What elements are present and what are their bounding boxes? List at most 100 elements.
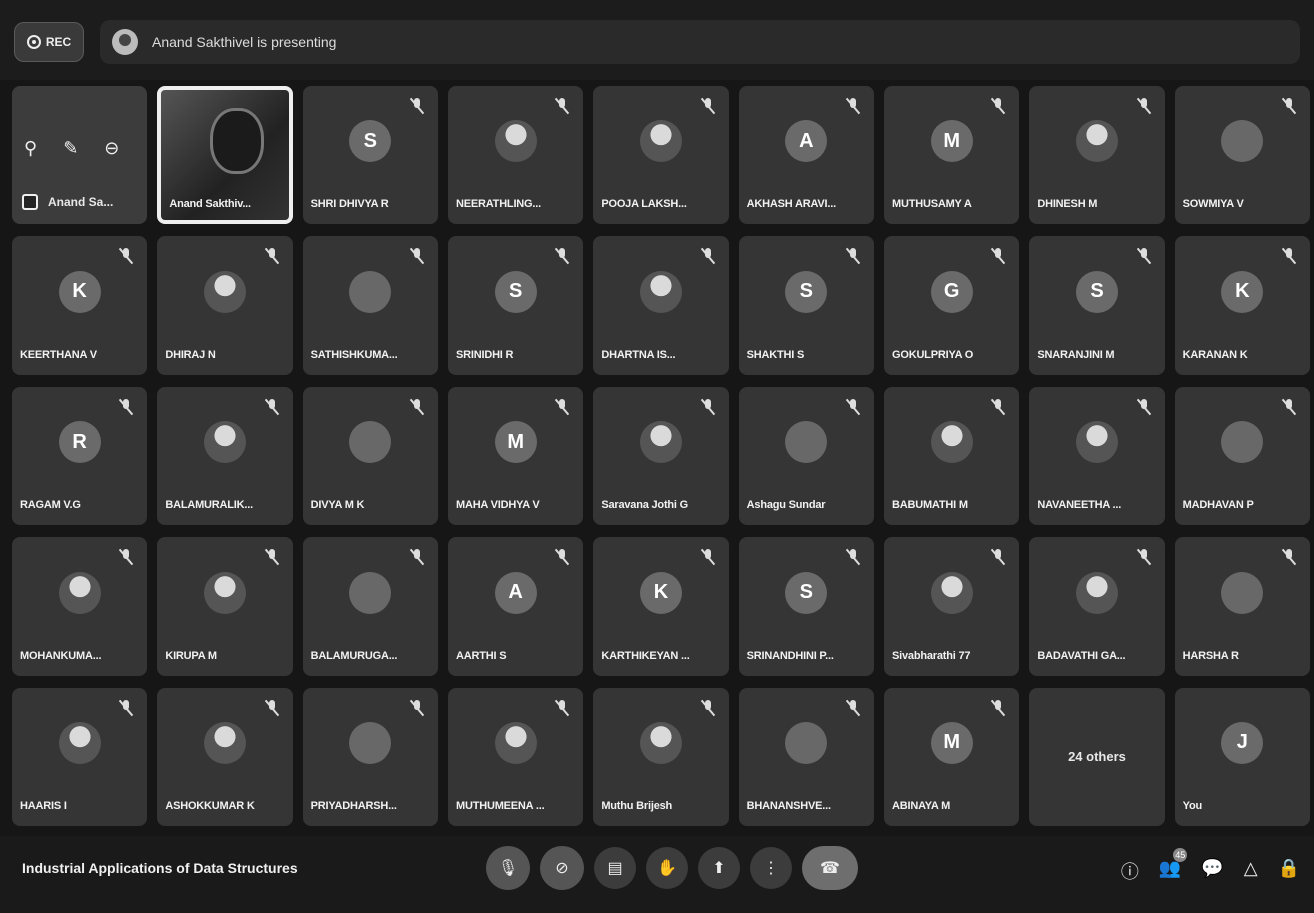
participant-tile[interactable]: S SHAKTHI S — [738, 236, 874, 375]
mic-off-icon — [1282, 549, 1296, 565]
mic-off-icon — [846, 398, 860, 415]
captions-icon[interactable]: ▤ — [594, 847, 636, 889]
participant-tile[interactable]: BALAMURUGA... — [302, 537, 438, 676]
participant-name: Sivabharathi 77 — [891, 649, 971, 662]
mic-off-icon — [1282, 98, 1296, 114]
avatar: G — [930, 270, 973, 313]
mic-off-icon — [410, 549, 424, 565]
participant-tile[interactable]: MOHANKUMA... — [12, 537, 148, 676]
participant-tile[interactable]: BABUMATHI M — [883, 386, 1020, 526]
participant-tile[interactable]: Muthu Brijesh — [593, 687, 729, 826]
participant-tile[interactable]: NAVANEETHA ... — [1029, 386, 1165, 526]
participant-tile[interactable]: S SRINIDHI R — [447, 236, 584, 375]
participant-name: KEERTHANA V — [20, 348, 97, 361]
avatar — [58, 571, 101, 614]
participant-tile[interactable]: S SRINANDHINI P... — [738, 537, 874, 676]
mic-off-icon — [701, 549, 715, 565]
avatar: S — [785, 270, 828, 313]
mic-off-icon — [119, 699, 133, 716]
participant-name: PRIYADHARSH... — [310, 799, 397, 812]
participant-name: Muthu Brijesh — [601, 799, 673, 812]
participant-tile[interactable]: G GOKULPRIYA O — [883, 236, 1020, 375]
participant-name: GOKULPRIYA O — [891, 348, 974, 361]
call-controls: 🎙 ⊘ ▤ ✋ ⬆ ⋮ ☎ — [486, 846, 858, 890]
participant-tile[interactable]: R RAGAM V.G — [12, 386, 148, 526]
participant-tile[interactable]: KIRUPA M — [157, 537, 293, 676]
raise-hand-icon[interactable]: ✋ — [646, 847, 688, 889]
participant-tile[interactable]: Ashagu Sundar — [738, 386, 874, 526]
participant-tile[interactable]: Saravana Jothi G — [593, 386, 729, 526]
mic-off-icon — [555, 398, 569, 415]
pin-icon[interactable]: ⚲ — [24, 138, 37, 159]
participant-tile[interactable]: Sivabharathi 77 — [883, 537, 1020, 676]
avatar — [930, 421, 973, 464]
presenting-banner[interactable]: Anand Sakthivel is presenting — [100, 20, 1300, 64]
participant-tile[interactable]: ASHOKKUMAR K — [157, 687, 293, 826]
participant-tile[interactable]: POOJA LAKSH... — [593, 86, 729, 225]
participant-tile[interactable]: M MAHA VIDHYA V — [447, 386, 584, 526]
participant-tile[interactable]: PRIYADHARSH... — [302, 687, 438, 826]
avatar: S — [785, 571, 828, 614]
participant-tile[interactable]: K KEERTHANA V — [12, 236, 148, 375]
participant-tile[interactable]: MADHAVAN P — [1174, 386, 1310, 526]
participant-name: SHRI DHIVYA R — [310, 198, 389, 211]
mic-off-icon — [991, 549, 1005, 565]
end-call-icon[interactable]: ☎ — [802, 846, 858, 890]
avatar — [785, 421, 828, 464]
avatar: K — [639, 571, 682, 614]
participant-name: Ashagu Sundar — [746, 499, 826, 512]
host-controls-icon[interactable]: 🔒 — [1278, 858, 1300, 884]
participant-tile[interactable]: M ABINAYA M — [883, 687, 1020, 826]
avatar — [349, 571, 392, 614]
you-tile[interactable]: J You — [1174, 687, 1310, 826]
participant-tile[interactable]: NEERATHLING... — [447, 86, 584, 225]
participant-tile[interactable]: SOWMIYA V — [1174, 86, 1310, 225]
avatar: A — [494, 571, 537, 614]
more-options-icon[interactable]: ⋮ — [750, 847, 792, 889]
participant-tile[interactable]: S SHRI DHIVYA R — [302, 86, 438, 225]
avatar — [639, 120, 682, 163]
participant-tile[interactable]: MUTHUMEENA ... — [447, 687, 584, 826]
self-preview-tile[interactable]: ⚲ ✎ ⊖ Anand Sa... — [12, 86, 148, 225]
participant-tile[interactable]: HARSHA R — [1174, 537, 1310, 676]
present-icon[interactable]: ⬆ — [698, 847, 740, 889]
participant-tile[interactable]: BHANANSHVE... — [738, 687, 874, 826]
participant-tile[interactable]: K KARTHIKEYAN ... — [593, 537, 729, 676]
participant-tile[interactable]: HAARIS I — [12, 687, 148, 826]
participant-name: MADHAVAN P — [1182, 499, 1254, 512]
mic-icon[interactable]: 🎙 — [486, 846, 530, 890]
mic-off-icon — [701, 398, 715, 415]
participant-tile[interactable]: SATHISHKUMA... — [302, 236, 438, 375]
participant-tile[interactable]: K KARANAN K — [1174, 236, 1310, 375]
avatar — [349, 270, 392, 313]
info-icon[interactable]: ⓘ — [1121, 858, 1139, 884]
participant-tile[interactable]: A AKHASH ARAVI... — [738, 86, 874, 225]
recording-indicator[interactable]: REC — [14, 22, 84, 62]
camera-icon[interactable]: ⊘ — [540, 846, 584, 890]
presenting-text: Anand Sakthivel is presenting — [152, 34, 337, 50]
participant-name: DHARTNA IS... — [601, 348, 676, 361]
mic-off-icon — [991, 248, 1005, 264]
mic-off-icon — [119, 549, 133, 565]
participant-tile[interactable]: DHIRAJ N — [157, 236, 293, 375]
others-tile[interactable]: 24 others — [1029, 687, 1165, 826]
chat-icon[interactable]: 💬 — [1201, 858, 1223, 884]
people-icon[interactable]: 👥 45 — [1159, 848, 1188, 884]
participant-tile[interactable]: DHINESH M — [1029, 86, 1165, 225]
participant-name: MUTHUSAMY A — [891, 198, 972, 211]
presenter-tile[interactable]: Anand Sakthiv... — [157, 86, 293, 225]
participant-tile[interactable]: BADAVATHI GA... — [1029, 537, 1165, 676]
participant-tile[interactable]: DHARTNA IS... — [593, 236, 729, 375]
participant-tile[interactable]: DIVYA M K — [302, 386, 438, 526]
participant-name: SNARANJINI M — [1037, 348, 1115, 361]
mic-off-icon — [119, 248, 133, 264]
remove-icon[interactable]: ⊖ — [104, 138, 119, 159]
participant-tile[interactable]: S SNARANJINI M — [1029, 236, 1165, 375]
participant-tile[interactable]: A AARTHI S — [447, 537, 584, 676]
participant-tile[interactable]: BALAMURALIK... — [157, 386, 293, 526]
presenter-name: Anand Sakthiv... — [169, 198, 251, 211]
mic-off-icon — [1137, 398, 1151, 415]
participant-tile[interactable]: M MUTHUSAMY A — [883, 86, 1020, 225]
activities-icon[interactable]: △ — [1244, 858, 1258, 884]
mute-icon[interactable]: ✎ — [63, 138, 78, 159]
